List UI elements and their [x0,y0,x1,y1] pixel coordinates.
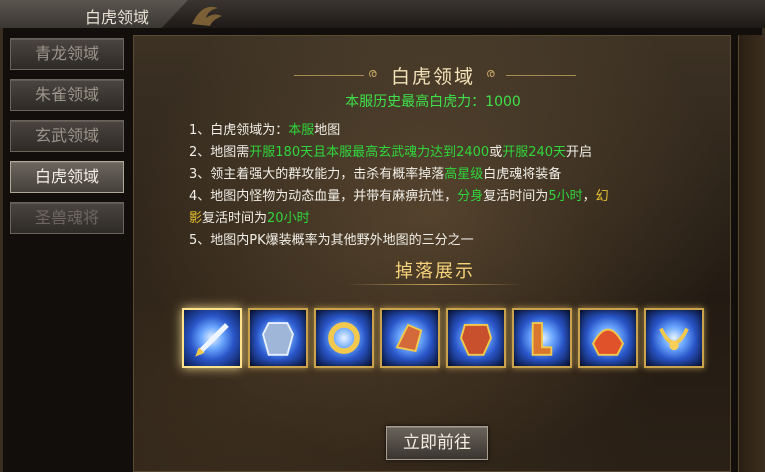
page-title: 白虎领域 [390,66,475,88]
drop-item[interactable] [182,308,242,368]
drop-item[interactable] [314,308,374,368]
rule-line: 影复活时间为20小时 [189,208,709,230]
window-title: 白虎领域 [85,8,150,27]
rule-line: 4、地图内怪物为动态血量，并带有麻痹抗性，分身复活时间为5小时，幻 [189,186,709,208]
drop-item[interactable] [644,308,704,368]
rule-highlight: 本服 [288,123,315,138]
rule-highlight: 开服240天 [502,145,567,160]
rule-highlight: 高星级 [444,167,484,182]
go-now-button[interactable]: 立即前往 [386,426,488,460]
rule-line: 5、地图内PK爆装概率为其他野外地图的三分之一 [189,230,709,252]
drops-title: 掉落展示 [395,261,475,282]
drop-item[interactable] [380,308,440,368]
rule-text: 复活时间为 [202,211,268,226]
rule-highlight: 影 [189,211,203,226]
rule-text: 4、地图内怪物为动态血量，并带有麻痹抗性， [189,189,458,204]
drop-item[interactable] [446,308,506,368]
drops-divider [346,284,522,285]
dragon-ornament-icon [192,6,222,26]
sidebar-item-shengshou[interactable]: 圣兽魂将 [10,202,124,234]
rule-highlight: 幻 [595,189,609,204]
rule-text: 复活时间为 [483,189,549,204]
rule-text: 地图 [314,123,341,138]
rule-text: ， [582,189,596,204]
record-subtitle: 本服历史最高白虎力：1000 [345,94,521,110]
main-panel: ര 白虎领域 ര 本服历史最高白虎力：1000 1、白虎领域为：本服地图 2、地图… [133,35,731,472]
sidebar-item-qinglong[interactable]: 青龙领域 [10,38,124,70]
drop-item[interactable] [578,308,638,368]
rules-list: 1、白虎领域为：本服地图 2、地图需开服180天且本服最高玄武魂力达到2400或开… [189,120,709,252]
sidebar: 青龙领域 朱雀领域 玄武领域 白虎领域 圣兽魂将 [8,35,128,472]
rule-text: 白虎魂将装备 [483,167,562,182]
right-border [738,35,763,472]
drop-item[interactable] [248,308,308,368]
rule-text: 3、领主着强大的群攻能力，击杀有概率掉落 [189,167,445,182]
sidebar-item-xuanwu[interactable]: 玄武领域 [10,120,124,152]
rule-highlight: 分身 [457,189,484,204]
drops-list [182,304,712,384]
rule-line: 2、地图需开服180天且本服最高玄武魂力达到2400或开服240天开启 [189,142,709,164]
rule-highlight: 20小时 [267,211,310,226]
rule-text: 5、地图内PK爆装概率为其他野外地图的三分之一 [189,233,474,248]
swirl-ornament-right-icon: ര [486,66,495,80]
title-bar: 白虎领域 [0,0,765,29]
drop-item[interactable] [512,308,572,368]
sidebar-item-baihu[interactable]: 白虎领域 [10,161,124,193]
rule-text: 开启 [566,145,593,160]
sidebar-item-zhuque[interactable]: 朱雀领域 [10,79,124,111]
rule-text: 2、地图需 [189,145,250,160]
rule-highlight: 开服180天且本服最高玄武魂力达到2400 [249,145,490,160]
heading-divider-right [506,75,576,76]
rule-highlight: 5小时 [548,189,583,204]
rule-text: 1、白虎领域为： [189,123,289,138]
rule-line: 1、白虎领域为：本服地图 [189,120,709,142]
rule-line: 3、领主着强大的群攻能力，击杀有概率掉落高星级白虎魂将装备 [189,164,709,186]
rule-text: 或 [489,145,503,160]
